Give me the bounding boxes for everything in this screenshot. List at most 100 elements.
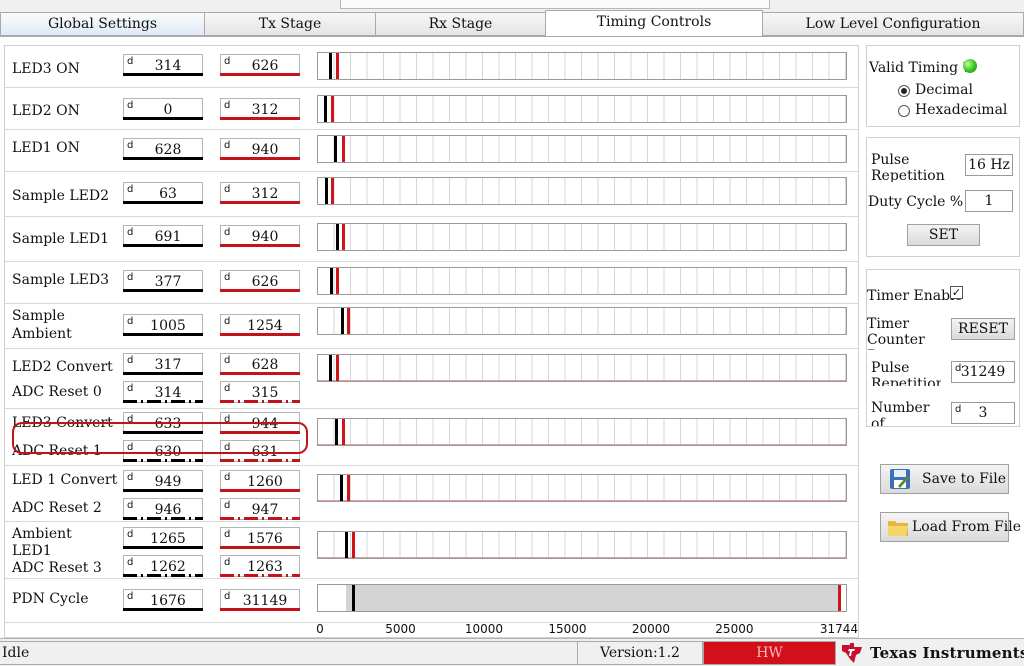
texas-instruments-logo-icon [842, 643, 862, 663]
timing-row: Sample LED3 d 377 d 626 [5, 262, 858, 304]
track-grid [318, 308, 846, 334]
end-value-field-underline [220, 117, 300, 120]
start-value-field[interactable]: d 1265 [123, 527, 203, 549]
end-value-field[interactable]: d 31149 [220, 589, 300, 611]
valid-timing-label: Valid Timing ? [869, 60, 971, 76]
start-value-field-underline [123, 489, 203, 492]
end-value-field[interactable]: d 626 [220, 54, 300, 76]
tab-rx-stage[interactable]: Rx Stage [375, 12, 546, 36]
timing-row: LED2 Convert ADC Reset 0 d 317 d 628 d 314 d 315 [5, 349, 858, 409]
timing-track [317, 354, 847, 382]
start-value-field[interactable]: d0 [123, 98, 203, 120]
start-value-field[interactable]: d 63 [123, 182, 203, 204]
load-from-file-button[interactable]: Load From File [880, 512, 1021, 542]
reset-start-value-field-underline [123, 517, 203, 520]
timer-counter-reset-label: Timer Counter Reset [867, 316, 925, 350]
end-marker [838, 585, 842, 611]
pulse-repetition-value: 31249 [960, 364, 1006, 380]
timing-row-label: PDN Cycle [12, 591, 89, 607]
end-value-field[interactable]: d 1260 [220, 470, 300, 492]
tab-global-settings[interactable]: Global Settings [0, 12, 205, 36]
reset-end-value-field-underline [220, 459, 300, 462]
start-value-field-value: 1676 [150, 593, 186, 609]
reset-end-value-field-underline [220, 517, 300, 520]
end-value-field[interactable]: d 1576 [220, 527, 300, 549]
start-value-field-value: 1265 [150, 531, 186, 547]
pulse-repetition-label: Pulse Repetition [871, 360, 941, 386]
start-value-field[interactable]: d 314 [123, 54, 203, 76]
start-value-field[interactable]: d 317 [123, 353, 203, 375]
timer-enable-checkbox[interactable]: ✓ [950, 286, 963, 299]
timing-track [317, 474, 847, 502]
start-value-field[interactable]: d 377 [123, 270, 203, 292]
value-prefix: d [955, 404, 962, 415]
value-prefix: d [127, 591, 134, 602]
value-prefix: d [955, 363, 962, 374]
reset-start-value-field[interactable]: d 1262 [123, 555, 203, 577]
tab-tx-stage[interactable]: Tx Stage [204, 12, 376, 36]
reset-end-value-field[interactable]: d 947 [220, 498, 300, 520]
value-prefix: d [127, 227, 134, 238]
end-value-field-value: 940 [251, 229, 279, 245]
axis-tick-label: 20000 [631, 622, 670, 636]
start-value-field-value: 63 [159, 186, 177, 202]
track-baseline [318, 380, 846, 381]
end-marker [341, 419, 345, 445]
time-axis: 0 5000 10000 15000 20000 25000 31744 [316, 622, 858, 638]
value-prefix: d [224, 272, 231, 283]
start-value-field-underline [123, 333, 203, 336]
timing-track [317, 418, 847, 446]
value-prefix: d [127, 56, 134, 67]
value-prefix: d [127, 272, 134, 283]
end-value-field[interactable]: d 940 [220, 225, 300, 247]
axis-tick-label: 5000 [385, 622, 416, 636]
number-of-averages-input[interactable]: d3 [951, 402, 1015, 424]
track-grid [318, 268, 846, 294]
tab-timing-controls[interactable]: Timing Controls [545, 10, 763, 37]
end-value-field[interactable]: d 312 [220, 98, 300, 120]
reset-end-value-field-underline [220, 574, 300, 577]
timing-row-label: Sample LED2 [12, 188, 110, 204]
set-button[interactable]: SET [907, 224, 980, 246]
start-value-field[interactable]: d 628 [123, 138, 203, 160]
end-value-field-value: 312 [251, 186, 279, 202]
reset-end-value-field[interactable]: d 315 [220, 381, 300, 403]
timing-row: Ambient LED1 ADC Reset 3 d 1265 d 1576 d 1262 d 12… [5, 522, 858, 579]
value-prefix: d [224, 383, 231, 394]
decimal-radio[interactable] [898, 85, 910, 97]
timing-row-label: Ambient [12, 526, 72, 542]
track-baseline [318, 557, 846, 558]
start-value-field-value: 317 [154, 357, 182, 373]
value-prefix: d [127, 184, 134, 195]
start-value-field[interactable]: d 1005 [123, 314, 203, 336]
prf-input[interactable]: 16 Hz [965, 154, 1013, 176]
start-marker [339, 475, 343, 501]
start-value-field[interactable]: d 691 [123, 225, 203, 247]
tab-low-level-configuration[interactable]: Low Level Configuration [762, 12, 1024, 36]
end-marker [336, 268, 340, 294]
end-value-field-value: 626 [251, 58, 279, 74]
end-marker [347, 475, 351, 501]
reset-start-value-field[interactable]: d 314 [123, 381, 203, 403]
end-marker [336, 53, 340, 79]
end-value-field-underline [220, 608, 300, 611]
start-value-field[interactable]: d 949 [123, 470, 203, 492]
value-prefix: d [224, 140, 231, 151]
reset-start-value-field[interactable]: d 946 [123, 498, 203, 520]
end-value-field[interactable]: d 628 [220, 353, 300, 375]
track-grid [318, 96, 846, 122]
save-to-file-button[interactable]: Save to File [880, 464, 1009, 494]
end-value-field-underline [220, 546, 300, 549]
timer-reset-button[interactable]: RESET [951, 318, 1015, 340]
end-value-field[interactable]: d 312 [220, 182, 300, 204]
duty-cycle-input[interactable]: 1 [965, 190, 1013, 212]
end-value-field[interactable]: d 626 [220, 270, 300, 292]
end-marker [336, 355, 340, 381]
reset-end-value-field[interactable]: d 1263 [220, 555, 300, 577]
start-value-field[interactable]: d 1676 [123, 589, 203, 611]
hexadecimal-radio[interactable] [898, 105, 910, 117]
pulse-repetition-input[interactable]: d 31249 [951, 361, 1015, 383]
timing-row: LED3 ON d 314 d 626 [5, 46, 858, 88]
end-value-field[interactable]: d 1254 [220, 314, 300, 336]
end-value-field[interactable]: d 940 [220, 138, 300, 160]
